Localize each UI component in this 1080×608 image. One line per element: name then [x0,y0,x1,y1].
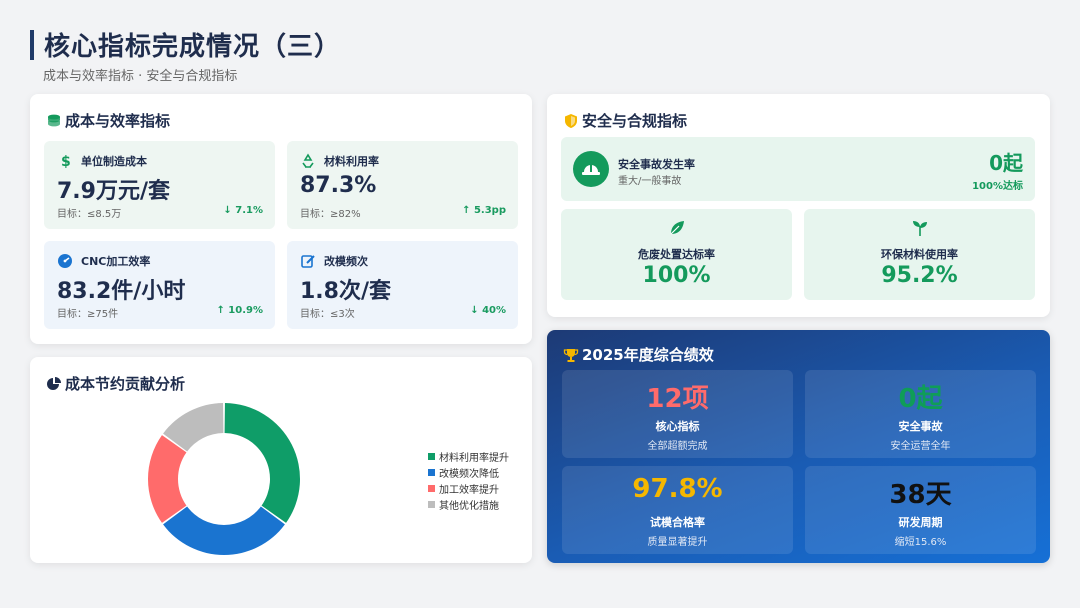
metric-value: 7.9万元/套 [57,179,171,204]
legend-label: 其他优化措施 [439,500,499,512]
gauge-icon [57,253,73,269]
savings-header: 成本节约贡献分析 [46,373,185,394]
legend-item: 材料利用率提升 [428,448,509,464]
safety-card: 安全与合规指标 安全事故发生率 重大/一般事故 0起 100%达标 危废处置达标… [547,94,1050,317]
savings-title: 成本节约贡献分析 [65,375,186,393]
legend-swatch [428,500,435,508]
perf-tile-value: 0起 [898,384,943,414]
safety-tile-value: 100% [642,263,711,288]
perf-tile-value: 97.8% [632,474,723,504]
safety-tile-label: 环保材料使用率 [881,248,958,261]
incident-note: 100%达标 [972,181,1023,192]
metric-label: 材料利用率 [324,155,379,168]
metric-value: 1.8次/套 [300,279,392,304]
perf-tile-core-metrics: 12项 核心指标 全部超额完成 [562,370,793,458]
cost-efficiency-title: 成本与效率指标 [65,112,171,130]
metric-label: 单位制造成本 [81,155,147,168]
edit-icon [300,253,316,269]
perf-tile-label: 试模合格率 [650,516,705,529]
performance-header: 2025年度综合绩效 [563,344,714,365]
metric-mold-changes: 改模频次 1.8次/套 目标：≤3次 ↓ 40% [287,241,518,329]
metric-label: CNC加工效率 [81,255,151,268]
perf-tile-safety-incidents: 0起 安全事故 安全运营全年 [805,370,1036,458]
metric-change: ↓ 40% [470,305,506,316]
performance-title: 2025年度综合绩效 [582,346,714,364]
donut-slice-3 [147,435,187,523]
donut-slice-2 [163,506,285,555]
incident-sub: 重大/一般事故 [618,176,682,187]
chart-legend: 材料利用率提升 改模频次降低 加工效率提升 其他优化措施 [428,448,509,512]
cost-efficiency-header: 成本与效率指标 [46,110,170,131]
perf-tile-value: 38天 [889,480,952,510]
legend-swatch [428,484,435,492]
legend-item: 加工效率提升 [428,480,509,496]
svg-text:$: $ [61,154,71,169]
metric-change: ↑ 10.9% [216,305,263,316]
perf-tile-sub: 安全运营全年 [890,441,951,452]
metric-change: ↑ 5.3pp [462,205,506,216]
metric-value: 83.2件/小时 [57,279,186,304]
legend-swatch [428,452,435,460]
incident-label: 安全事故发生率 [618,158,695,171]
safety-title: 安全与合规指标 [582,112,688,130]
metric-label: 改模频次 [324,255,368,268]
legend-label: 改模频次降低 [439,468,499,480]
metric-target: 目标：≤3次 [300,309,355,320]
pie-chart-icon [46,376,62,392]
safety-tile-value: 95.2% [881,263,958,288]
perf-tile-label: 安全事故 [898,420,943,433]
trophy-icon [563,347,579,363]
perf-tile-value: 12项 [646,384,709,414]
perf-tile-sub: 全部超额完成 [647,441,708,452]
annual-performance-card: 2025年度综合绩效 12项 核心指标 全部超额完成 0起 安全事故 安全运营全… [547,330,1050,563]
perf-tile-label: 核心指标 [655,420,700,433]
safety-tile-eco-materials: 环保材料使用率 95.2% [804,209,1035,300]
perf-tile-sub: 缩短15.6% [894,537,947,548]
safety-incident-row: 安全事故发生率 重大/一般事故 0起 100%达标 [561,137,1035,201]
page-title: 核心指标完成情况（三） [44,32,342,62]
safety-tile-label: 危废处置达标率 [638,248,715,261]
donut-slice-1 [224,403,300,523]
perf-tile-sub: 质量显著提升 [647,537,708,548]
title-accent-bar [30,29,34,60]
savings-card: 成本节约贡献分析 材料利用率提升 改模频次降低 加工效率提升 其他优化措施 [30,357,532,563]
savings-donut-chart [147,403,300,555]
leaf-icon [668,219,686,237]
perf-tile-label: 研发周期 [898,516,943,529]
shield-icon [563,113,579,129]
page-subtitle: 成本与效率指标 · 安全与合规指标 [43,69,238,84]
coins-icon [46,113,62,129]
metric-material-utilization: 材料利用率 87.3% 目标：≥82% ↑ 5.3pp [287,141,518,229]
incident-value: 0起 [989,151,1023,175]
page-header: 核心指标完成情况（三） [30,26,341,63]
metric-unit-cost: $ 单位制造成本 7.9万元/套 目标：≤8.5万 ↓ 7.1% [44,141,275,229]
metric-value: 87.3% [300,173,377,198]
seedling-icon [911,219,929,237]
legend-item: 改模频次降低 [428,464,509,480]
metric-target: 目标：≥75件 [57,309,119,320]
cost-efficiency-card: 成本与效率指标 $ 单位制造成本 7.9万元/套 目标：≤8.5万 ↓ 7.1%… [30,94,532,344]
metric-cnc-efficiency: CNC加工效率 83.2件/小时 目标：≥75件 ↑ 10.9% [44,241,275,329]
metric-target: 目标：≤8.5万 [57,209,122,220]
hard-hat-icon [573,151,609,187]
perf-tile-trial-pass-rate: 97.8% 试模合格率 质量显著提升 [562,466,793,554]
safety-tile-hazardous-waste: 危废处置达标率 100% [561,209,792,300]
metric-target: 目标：≥82% [300,209,361,220]
recycle-icon [300,153,316,169]
legend-item: 其他优化措施 [428,496,509,512]
metric-change: ↓ 7.1% [223,205,263,216]
perf-tile-rd-cycle: 38天 研发周期 缩短15.6% [805,466,1036,554]
legend-label: 材料利用率提升 [439,452,509,464]
legend-label: 加工效率提升 [439,484,499,496]
dollar-icon: $ [57,153,73,169]
legend-swatch [428,468,435,476]
safety-header: 安全与合规指标 [563,110,687,131]
